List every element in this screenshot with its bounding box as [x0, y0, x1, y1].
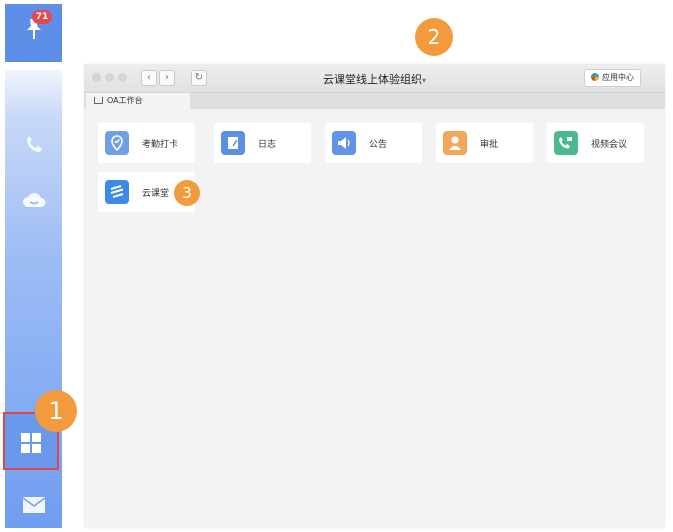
- app-center-button[interactable]: 应用中心: [584, 69, 641, 87]
- callout-marker-1: 1: [35, 390, 77, 432]
- phone-icon[interactable]: [24, 134, 44, 158]
- cloud-class-icon: [105, 180, 129, 204]
- app-tile-attendance[interactable]: 考勤打卡: [98, 123, 195, 163]
- tab-bar: OA工作台: [84, 93, 665, 109]
- sidebar: [3, 70, 62, 528]
- window-title[interactable]: 云课堂线上体验组织▾: [84, 71, 665, 87]
- app-tile-announcement[interactable]: 公告: [325, 123, 422, 163]
- title-bar: ‹ › ↻ 云课堂线上体验组织▾ 应用中心: [84, 64, 665, 93]
- home-icon: [94, 97, 103, 104]
- app-center-icon: [591, 73, 599, 81]
- cloud-icon[interactable]: [21, 190, 47, 214]
- callout-marker-3: 3: [174, 180, 200, 206]
- tab-oa-workbench[interactable]: OA工作台: [86, 93, 190, 109]
- app-tile-label: 考勤打卡: [142, 140, 179, 150]
- megaphone-icon: [332, 131, 356, 155]
- mail-icon[interactable]: [22, 496, 46, 518]
- user-icon: [443, 131, 467, 155]
- app-tile-label: 日志: [258, 140, 277, 150]
- app-tile-label: 视频会议: [591, 140, 628, 150]
- app-tile-label: 审批: [480, 140, 499, 150]
- app-tile-label: 云课堂: [142, 189, 170, 199]
- sidebar-top: 71: [5, 4, 62, 62]
- chevron-down-icon: ▾: [421, 76, 426, 85]
- app-window: ‹ › ↻ 云课堂线上体验组织▾ 应用中心 OA工作台 考勤打卡 日志 公告 审…: [84, 64, 665, 528]
- app-tile-log[interactable]: 日志: [214, 123, 311, 163]
- app-tile-approval[interactable]: 审批: [436, 123, 533, 163]
- apps-grid-icon: [20, 432, 42, 458]
- video-call-icon: [554, 131, 578, 155]
- app-tile-video-meeting[interactable]: 视频会议: [547, 123, 644, 163]
- notification-badge: 71: [32, 10, 52, 24]
- notebook-icon: [221, 131, 245, 155]
- callout-marker-2: 2: [415, 18, 453, 56]
- app-tile-label: 公告: [369, 140, 388, 150]
- location-icon: [105, 131, 129, 155]
